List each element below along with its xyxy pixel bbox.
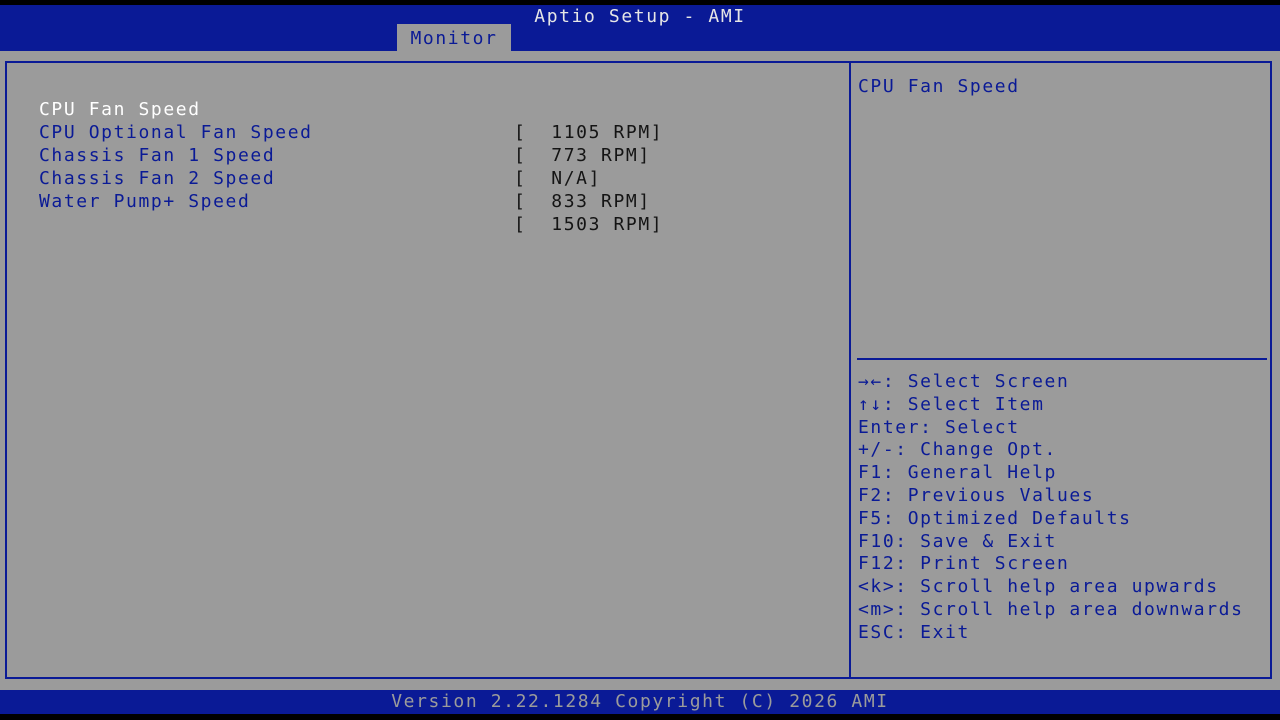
key-hint-exit: ESC: Exit — [858, 621, 970, 643]
version-text: Version 2.22.1284 Copyright (C) 2026 AMI — [391, 691, 889, 712]
setting-value: [ 773 RPM] — [514, 145, 651, 166]
setting-value: [ N/A] — [514, 168, 602, 189]
key-hint-change-opt: +/-: Change Opt. — [858, 439, 1057, 461]
panel-divider — [849, 61, 851, 679]
setting-label: Chassis Fan 2 Speed — [39, 168, 276, 189]
setting-label: Water Pump+ Speed — [39, 191, 251, 212]
key-legend: →←: Select Screen ↑↓: Select Item Enter:… — [858, 371, 1244, 645]
key-hint-scroll-down: <m>: Scroll help area downwards — [858, 598, 1244, 620]
key-hint-general-help: F1: General Help — [858, 462, 1057, 484]
setting-label: Chassis Fan 1 Speed — [39, 145, 276, 166]
setting-chassis-fan-1-speed[interactable]: Chassis Fan 1 Speed [ N/A] — [0, 121, 599, 189]
key-hint-previous-values: F2: Previous Values — [858, 484, 1095, 506]
key-hint-print-screen: F12: Print Screen — [858, 553, 1070, 575]
setting-chassis-fan-2-speed[interactable]: Chassis Fan 2 Speed [ 833 RPM] — [0, 144, 649, 212]
key-hint-enter: Enter: Select — [858, 416, 1020, 438]
setting-label: CPU Optional Fan Speed — [39, 122, 313, 143]
setting-value: [ 1105 RPM] — [514, 122, 664, 143]
app-title: Aptio Setup - AMI — [534, 6, 746, 27]
key-hint-scroll-up: <k>: Scroll help area upwards — [858, 576, 1219, 598]
key-hint-optimized-defaults: F5: Optimized Defaults — [858, 507, 1132, 529]
setting-cpu-optional-fan-speed[interactable]: CPU Optional Fan Speed [ 773 RPM] — [0, 98, 649, 166]
setting-water-pump-speed[interactable]: Water Pump+ Speed [ 1503 RPM] — [0, 167, 662, 235]
key-hint-save-exit: F10: Save & Exit — [858, 530, 1057, 552]
key-hint-select-screen: →←: Select Screen — [858, 371, 1070, 392]
setting-value: [ 833 RPM] — [514, 191, 651, 212]
help-divider — [857, 358, 1267, 360]
setting-cpu-fan-speed[interactable]: CPU Fan Speed [ 1105 RPM] — [0, 75, 662, 143]
help-text: CPU Fan Speed — [858, 76, 1020, 97]
setting-value: [ 1503 RPM] — [514, 214, 664, 235]
tab-monitor[interactable]: Monitor — [397, 24, 511, 51]
setting-label: CPU Fan Speed — [39, 99, 201, 120]
key-hint-select-item: ↑↓: Select Item — [858, 393, 1045, 415]
